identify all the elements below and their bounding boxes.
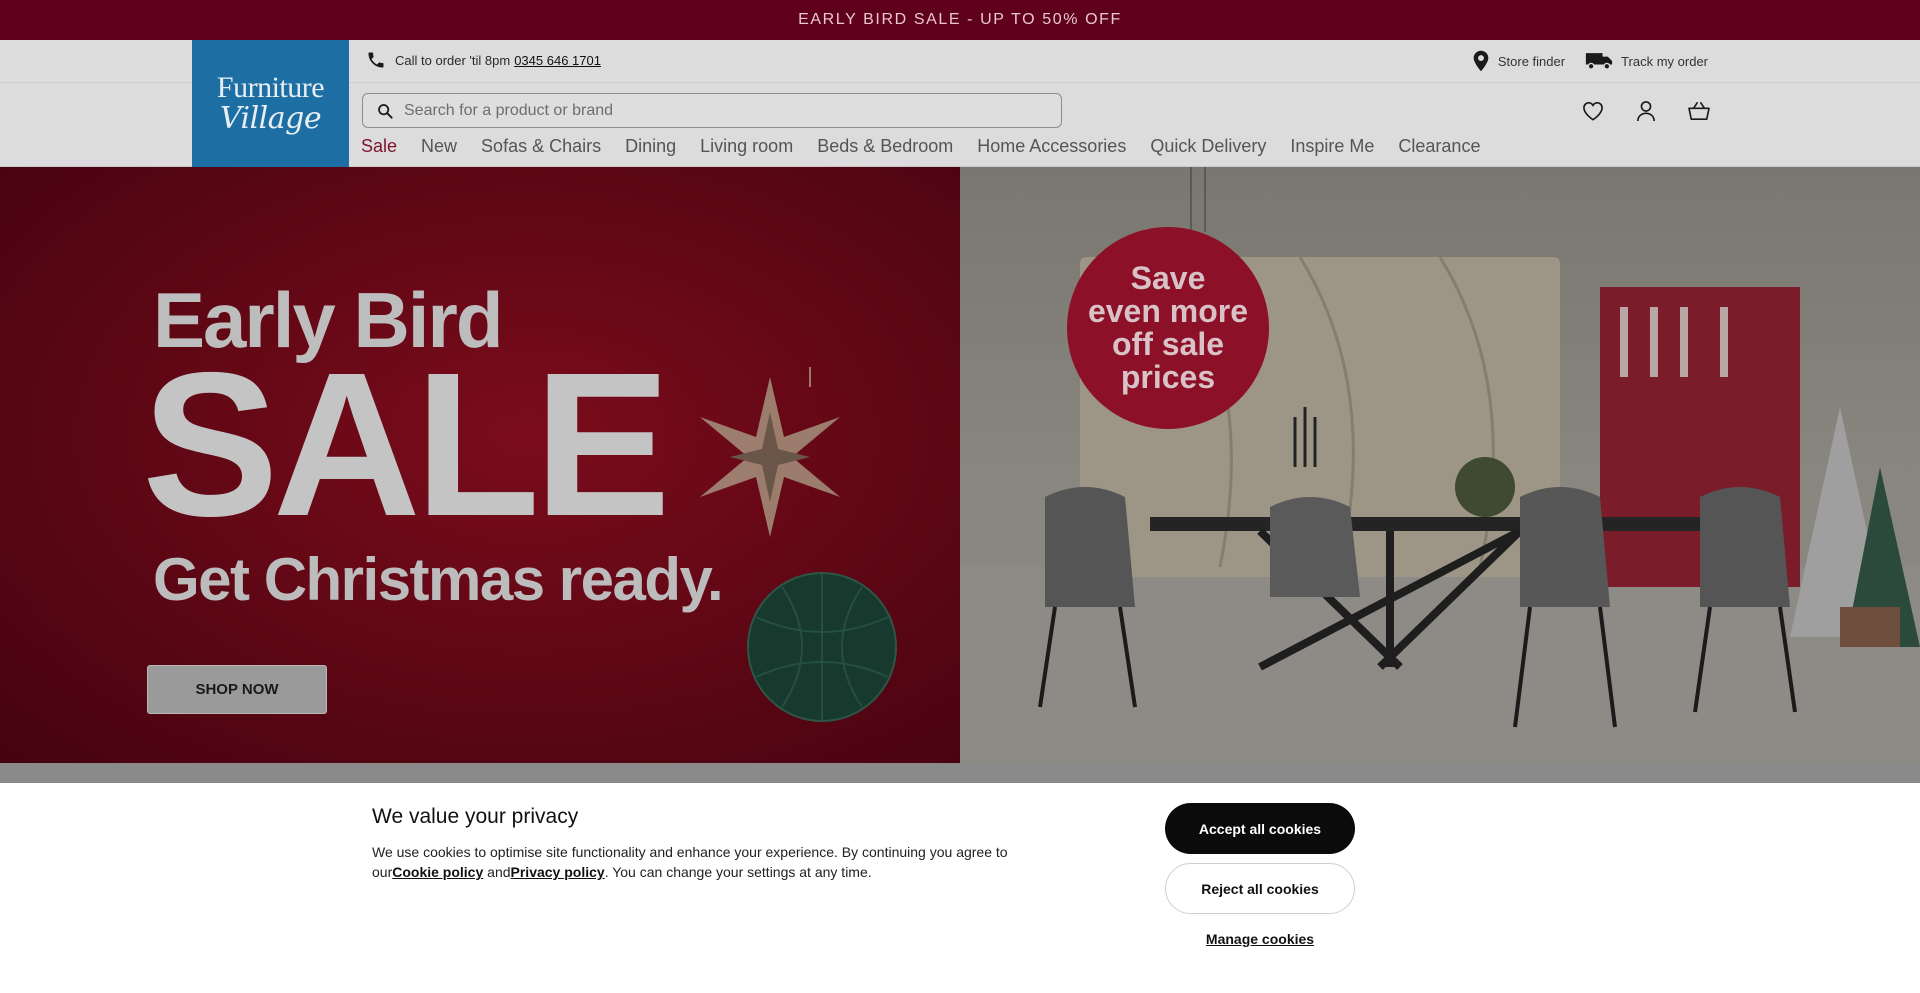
utility-links: Store finder Track my order <box>1452 50 1708 72</box>
accept-all-cookies-button[interactable]: Accept all cookies <box>1165 803 1355 854</box>
hero-subheadline: Get Christmas ready. <box>153 546 724 613</box>
phone-icon <box>368 52 384 68</box>
delivery-truck-icon <box>1585 53 1613 70</box>
site-logo[interactable]: Furniture Village <box>192 40 349 167</box>
nav-item-living-room[interactable]: Living room <box>700 136 793 157</box>
nav-item-sofas-chairs[interactable]: Sofas & Chairs <box>481 136 601 157</box>
search-icon <box>378 103 393 119</box>
badge-line-3: off sale <box>1111 326 1225 362</box>
promo-banner-text: EARLY BIRD SALE - UP TO 50% OFF <box>798 11 1122 28</box>
call-to-order-text: Call to order 'til 8pm <box>395 52 511 68</box>
map-pin-icon <box>1473 50 1489 72</box>
hero-left-panel: Early Bird SALE Get Christmas ready. SHO… <box>0 167 960 763</box>
promo-banner[interactable]: EARLY BIRD SALE - UP TO 50% OFF <box>0 0 1920 40</box>
track-order-label: Track my order <box>1621 53 1708 69</box>
hero-headline-sale: SALE <box>142 330 671 559</box>
wishlist-button[interactable] <box>1580 98 1606 124</box>
cookie-description: We use cookies to optimise site function… <box>372 842 1032 882</box>
cookie-title: We value your privacy <box>372 805 579 828</box>
shop-now-button[interactable]: SHOP NOW <box>147 665 327 714</box>
nav-item-home-accessories[interactable]: Home Accessories <box>977 136 1126 157</box>
nav-item-dining[interactable]: Dining <box>625 136 676 157</box>
logo-line-2: Village <box>219 100 322 136</box>
bauble-decoration-icon <box>747 572 897 722</box>
manage-cookies-link[interactable]: Manage cookies <box>1165 931 1355 947</box>
badge-line-4: prices <box>1120 359 1216 395</box>
heart-icon <box>1583 101 1603 121</box>
store-finder-label: Store finder <box>1497 53 1566 69</box>
call-to-order: Call to order 'til 8pm 0345 646 1701 <box>366 50 601 70</box>
nav-item-quick-delivery[interactable]: Quick Delivery <box>1150 136 1266 157</box>
basket-icon <box>1688 102 1710 120</box>
cookie-text-part-2: . You can change your settings at any ti… <box>604 864 872 880</box>
nav-item-beds-bedroom[interactable]: Beds & Bedroom <box>817 136 953 157</box>
badge-line-1: Save <box>1130 260 1206 296</box>
cookie-text-and: and <box>483 864 511 880</box>
nav-item-inspire-me[interactable]: Inspire Me <box>1290 136 1374 157</box>
nav-item-new[interactable]: New <box>421 136 457 157</box>
reject-all-cookies-button[interactable]: Reject all cookies <box>1165 863 1355 914</box>
search-bar[interactable] <box>362 93 1062 128</box>
basket-button[interactable] <box>1686 98 1712 124</box>
nav-item-sale[interactable]: Sale <box>361 136 397 157</box>
search-input[interactable] <box>404 101 1004 120</box>
hero-banner[interactable]: Early Bird SALE Get Christmas ready. SHO… <box>0 167 1920 763</box>
store-finder-link[interactable]: Store finder <box>1472 50 1565 72</box>
cookie-consent-panel: We value your privacy We use cookies to … <box>0 783 1920 993</box>
main-navigation: Sale New Sofas & Chairs Dining Living ro… <box>361 136 1504 157</box>
privacy-policy-link[interactable]: Privacy policy <box>511 864 605 880</box>
phone-number-link[interactable]: 0345 646 1701 <box>514 53 601 68</box>
cookie-policy-link[interactable]: Cookie policy <box>392 864 483 880</box>
logo-line-1: Furniture <box>216 70 325 104</box>
account-icon <box>1637 101 1655 122</box>
nav-item-clearance[interactable]: Clearance <box>1398 136 1480 157</box>
track-order-link[interactable]: Track my order <box>1585 51 1708 71</box>
overlay-strip <box>0 763 1920 783</box>
header-icons <box>1580 98 1739 124</box>
save-more-badge: Save even more off sale prices <box>1067 227 1269 429</box>
star-decoration-icon <box>700 367 840 537</box>
badge-line-2: even more <box>1087 293 1249 329</box>
account-button[interactable] <box>1633 98 1659 124</box>
